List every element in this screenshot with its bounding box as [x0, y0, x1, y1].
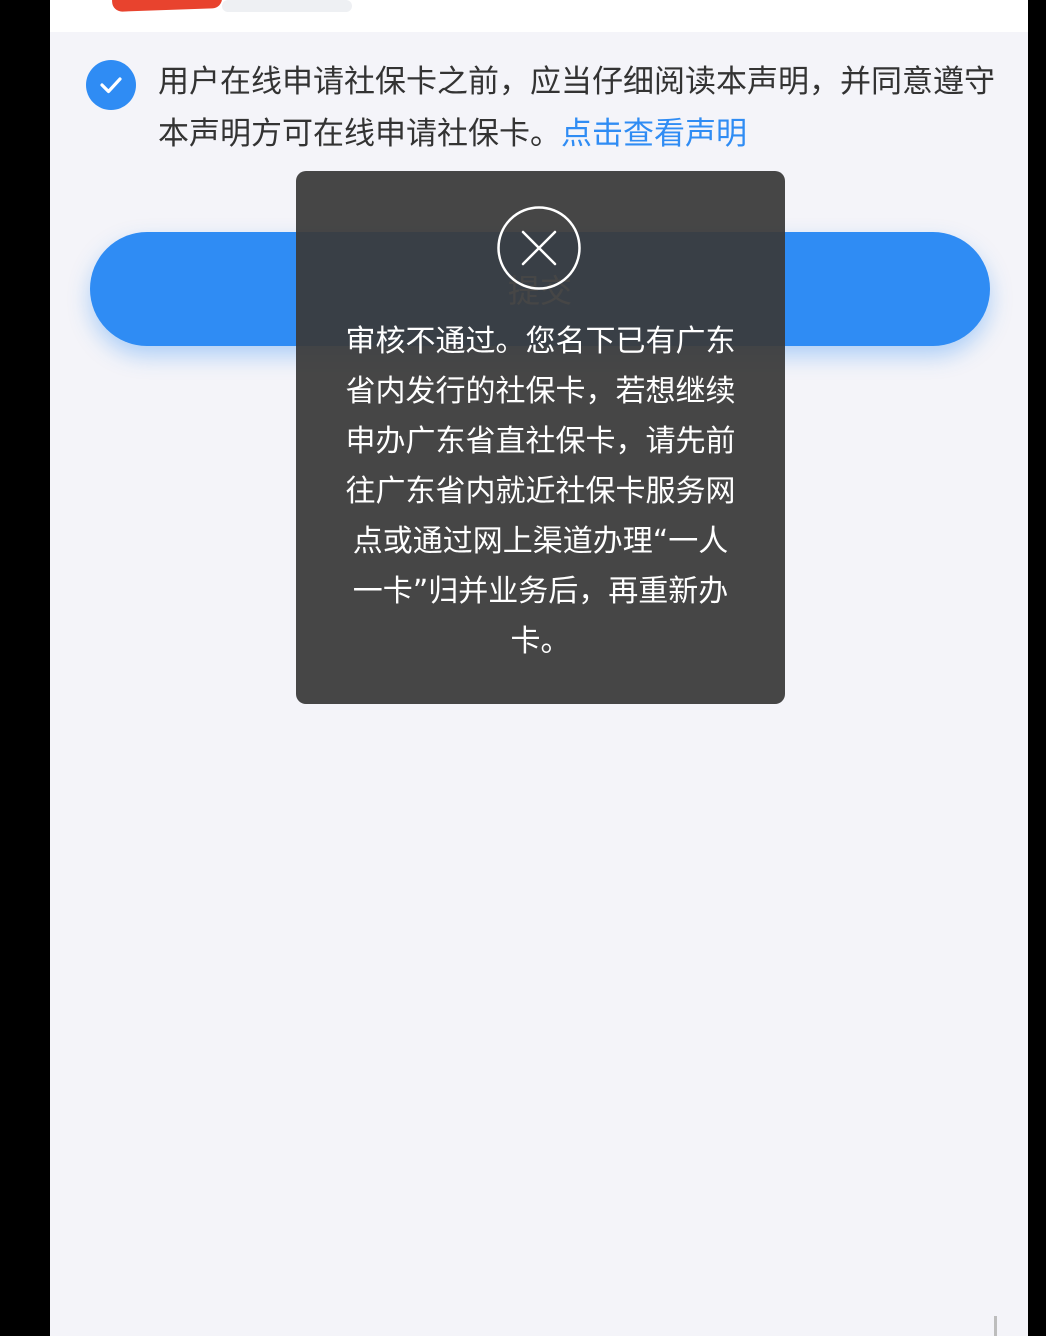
- agreement-checkbox[interactable]: [86, 60, 136, 110]
- agreement-text-block: 用户在线申请社保卡之前，应当仔细阅读本声明，并同意遵守本声明方可在线申请社保卡。…: [158, 56, 1014, 160]
- close-circle-icon: [497, 206, 581, 290]
- top-form-area: [50, 0, 1028, 32]
- toast-message: 审核不通过。您名下已有广东省内发行的社保卡，若想继续申办广东省直社保卡，请先前往…: [345, 324, 736, 659]
- app-screen: 用户在线申请社保卡之前，应当仔细阅读本声明，并同意遵守本声明方可在线申请社保卡。…: [50, 0, 1028, 1336]
- error-toast: 审核不通过。您名下已有广东省内发行的社保卡，若想继续申办广东省直社保卡，请先前往…: [296, 171, 785, 704]
- placeholder-bar: [222, 0, 352, 12]
- redaction-mark: [111, 0, 223, 12]
- checkmark-icon: [100, 77, 122, 94]
- left-bezel: [0, 0, 50, 1336]
- right-bezel: [1028, 0, 1046, 1336]
- view-statement-link[interactable]: 点击查看声明: [561, 116, 747, 152]
- scroll-indicator: [994, 1316, 997, 1336]
